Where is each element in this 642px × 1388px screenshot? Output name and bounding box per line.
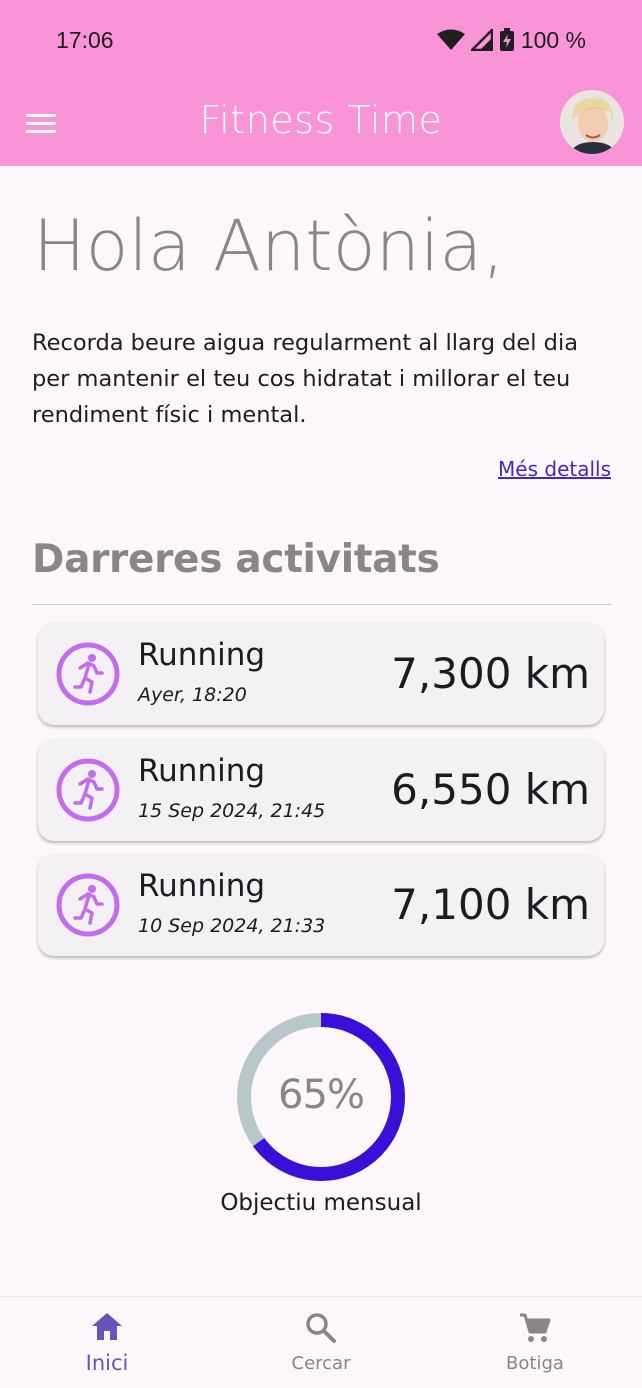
running-icon: [56, 758, 120, 822]
status-time: 17:06: [56, 26, 114, 53]
nav-search[interactable]: Cercar: [214, 1297, 428, 1388]
divider: [32, 604, 611, 605]
nav-home-label: Inici: [85, 1351, 129, 1375]
goal-percent: 65%: [278, 1072, 365, 1118]
activity-card[interactable]: Running Ayer, 18:20 7,300 km: [38, 623, 604, 725]
running-icon: [56, 642, 120, 706]
status-bar: 17:06 100 %: [0, 0, 642, 80]
activity-card[interactable]: Running 10 Sep 2024, 21:33 7,100 km: [38, 854, 604, 956]
activity-name: Running: [138, 753, 266, 789]
more-details-link[interactable]: Més detalls: [498, 457, 611, 481]
greeting-heading: Hola Antònia,: [33, 205, 505, 287]
nav-search-label: Cercar: [291, 1353, 351, 1374]
activity-date: 15 Sep 2024, 21:45: [138, 800, 326, 822]
goal-label: Objectiu mensual: [220, 1190, 422, 1216]
activity-card[interactable]: Running 15 Sep 2024, 21:45 6,550 km: [38, 739, 604, 841]
app-title: Fitness Time: [199, 98, 443, 142]
activity-distance: 6,550 km: [391, 765, 590, 814]
battery-charging-icon: [499, 28, 514, 51]
home-icon: [92, 1313, 122, 1340]
search-icon: [306, 1313, 336, 1343]
battery-percent: 100 %: [520, 26, 586, 53]
hydration-tip: Recorda beure aigua regularment al llarg…: [32, 330, 578, 428]
user-avatar[interactable]: [560, 90, 624, 154]
nav-shop-label: Botiga: [506, 1353, 564, 1374]
nav-home[interactable]: Inici: [0, 1297, 214, 1388]
nav-shop[interactable]: Botiga: [428, 1297, 642, 1388]
running-icon: [56, 873, 120, 937]
section-title: Darreres activitats: [32, 537, 440, 582]
activity-distance: 7,300 km: [391, 649, 590, 698]
cart-icon: [520, 1313, 551, 1342]
status-icons: 100 %: [436, 26, 586, 54]
activity-distance: 7,100 km: [391, 880, 590, 929]
wifi-icon: [436, 29, 465, 50]
activity-name: Running: [138, 637, 266, 673]
bottom-navigation: Inici Cercar Botiga: [0, 1296, 642, 1388]
activity-date: 10 Sep 2024, 21:33: [138, 915, 326, 937]
activity-name: Running: [138, 868, 266, 904]
app-bar: Fitness Time: [0, 80, 642, 166]
activity-date: Ayer, 18:20: [138, 684, 247, 706]
signal-icon: [470, 29, 493, 51]
